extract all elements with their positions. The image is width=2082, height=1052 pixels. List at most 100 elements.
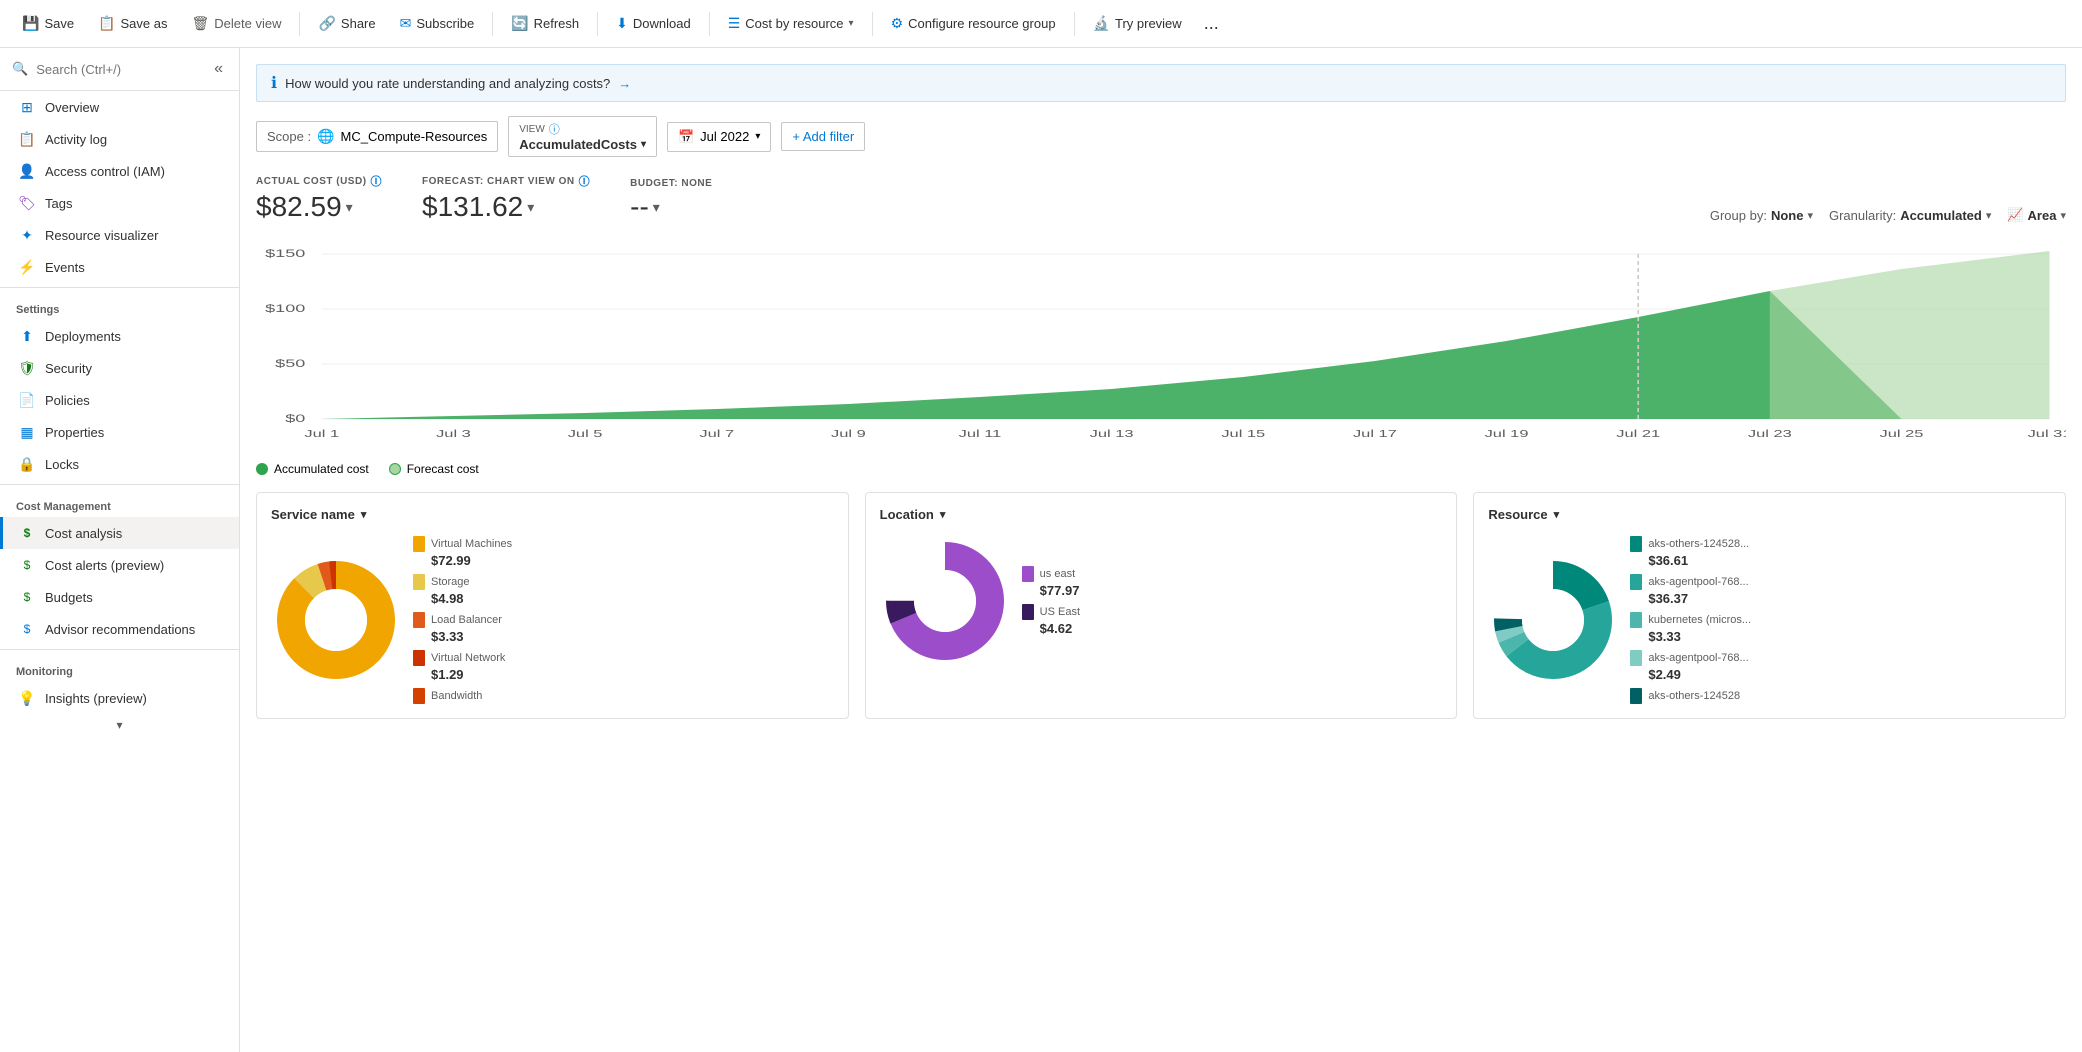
- scope-selector[interactable]: Scope : 🌐 MC_Compute-Resources: [256, 121, 498, 152]
- lb-color-bar: [413, 612, 425, 628]
- sidebar-item-resource-visualizer[interactable]: ✦ Resource visualizer: [0, 219, 239, 251]
- toolbar: 💾 Save 📋 Save as 🗑 Delete view 🔗 Share ✉…: [0, 0, 2082, 48]
- service-chevron-icon: ▾: [361, 508, 367, 521]
- granularity-control[interactable]: Granularity: Accumulated ▾: [1829, 208, 1991, 223]
- cost-analysis-icon: $: [19, 525, 35, 541]
- search-icon: 🔍: [12, 61, 28, 77]
- subscribe-button[interactable]: ✉ Subscribe: [390, 9, 485, 38]
- main-layout: 🔍 « ⊞ Overview 📋 Activity log 👤 Access c…: [0, 48, 2082, 1052]
- budget-chevron[interactable]: ▾: [653, 199, 660, 216]
- toolbar-separator-1: [299, 12, 300, 36]
- group-by-control[interactable]: Group by: None ▾: [1710, 208, 1813, 223]
- chart-controls: Group by: None ▾ Granularity: Accumulate…: [1710, 207, 2066, 223]
- legend-item-storage: Storage $4.98: [413, 574, 834, 606]
- configure-resource-group-button[interactable]: ⚙ Configure resource group: [881, 9, 1066, 38]
- storage-color-bar: [413, 574, 425, 590]
- advisor-icon: $: [19, 621, 35, 637]
- svg-text:Jul 7: Jul 7: [699, 428, 734, 439]
- info-banner-link[interactable]: →: [618, 76, 631, 91]
- chart-type-control[interactable]: 📈 Area ▾: [2007, 207, 2066, 223]
- save-button[interactable]: 💾 Save: [12, 9, 84, 38]
- activity-log-icon: 📋: [19, 131, 35, 147]
- sidebar-divider-settings: [0, 287, 239, 288]
- sidebar-divider-monitoring: [0, 649, 239, 650]
- legend-forecast: Forecast cost: [389, 462, 479, 476]
- sidebar-item-locks[interactable]: 🔒 Locks: [0, 448, 239, 480]
- sidebar-item-overview[interactable]: ⊞ Overview: [0, 91, 239, 123]
- gear-icon: ⚙: [891, 15, 904, 32]
- chevron-down-icon: ▾: [849, 18, 854, 29]
- svg-text:Jul 13: Jul 13: [1090, 428, 1134, 439]
- resource-card-content: aks-others-124528... $36.61 aks-agentpoo…: [1488, 536, 2051, 704]
- view-info-icon: ⓘ: [549, 121, 560, 137]
- refresh-button[interactable]: 🔄 Refresh: [501, 9, 589, 38]
- service-name-card-title[interactable]: Service name ▾: [271, 507, 834, 522]
- svg-text:Jul 17: Jul 17: [1353, 428, 1397, 439]
- forecast-chevron[interactable]: ▾: [527, 199, 534, 216]
- resource-card: Resource ▾: [1473, 492, 2066, 719]
- accumulated-legend-dot: [256, 463, 268, 475]
- forecast-info-icon: ⓘ: [579, 173, 591, 189]
- sidebar-item-deployments[interactable]: ⬆ Deployments: [0, 320, 239, 352]
- granularity-chevron: ▾: [1986, 209, 1992, 222]
- sidebar-item-properties[interactable]: ▦ Properties: [0, 416, 239, 448]
- date-selector[interactable]: 📅 Jul 2022 ▾: [667, 122, 771, 152]
- svg-text:Jul 31: Jul 31: [2028, 428, 2066, 439]
- collapse-icon[interactable]: «: [210, 56, 227, 82]
- cost-area-chart: $150 $100 $50 $0 Jul 1 Jul 3 Jul 5 Jul 7…: [256, 239, 2066, 459]
- area-chart-icon: 📈: [2007, 207, 2023, 223]
- share-button[interactable]: 🔗 Share: [308, 9, 385, 38]
- view-selector[interactable]: VIEW ⓘ AccumulatedCosts ▾: [508, 116, 657, 157]
- download-button[interactable]: ⬇ Download: [606, 9, 701, 38]
- toolbar-separator-6: [1074, 12, 1075, 36]
- budgets-icon: $: [19, 589, 35, 605]
- try-preview-button[interactable]: 🔬 Try preview: [1083, 9, 1192, 38]
- vm-color-bar: [413, 536, 425, 552]
- service-name-card: Service name ▾: [256, 492, 849, 719]
- actual-cost-metric: ACTUAL COST (USD) ⓘ $82.59 ▾: [256, 173, 382, 223]
- svg-text:$0: $0: [285, 412, 305, 424]
- sidebar-item-tags[interactable]: 🏷 Tags: [0, 187, 239, 219]
- sidebar-item-policies[interactable]: 📄 Policies: [0, 384, 239, 416]
- subscribe-icon: ✉: [400, 15, 412, 32]
- actual-cost-chevron[interactable]: ▾: [346, 199, 353, 216]
- sidebar-item-activity-log[interactable]: 📋 Activity log: [0, 123, 239, 155]
- resource-chevron-icon: ▾: [1554, 508, 1560, 521]
- save-as-button[interactable]: 📋 Save as: [88, 9, 177, 38]
- svg-text:Jul 15: Jul 15: [1221, 428, 1265, 439]
- svg-text:Jul 5: Jul 5: [568, 428, 603, 439]
- location-donut-svg: [880, 536, 1010, 666]
- cost-by-resource-button[interactable]: ☰ Cost by resource ▾: [718, 9, 864, 38]
- sidebar-item-security[interactable]: 🛡 Security: [0, 352, 239, 384]
- scroll-down-indicator[interactable]: ▾: [0, 714, 239, 736]
- resource-visualizer-icon: ✦: [19, 227, 35, 243]
- security-icon: 🛡: [19, 360, 35, 376]
- delete-view-button[interactable]: 🗑 Delete view: [182, 9, 292, 38]
- svg-text:Jul 3: Jul 3: [436, 428, 471, 439]
- sidebar-item-cost-analysis[interactable]: $ Cost analysis: [0, 517, 239, 549]
- service-donut: [271, 555, 401, 685]
- list-icon: ☰: [728, 15, 741, 32]
- sidebar-item-budgets[interactable]: $ Budgets: [0, 581, 239, 613]
- location-donut: [880, 536, 1010, 666]
- content-area: ℹ How would you rate understanding and a…: [240, 48, 2082, 1052]
- sidebar-item-cost-alerts[interactable]: $ Cost alerts (preview): [0, 549, 239, 581]
- actual-cost-area: [322, 291, 1902, 419]
- resource-donut: [1488, 555, 1618, 685]
- chart-legend: Accumulated cost Forecast cost: [256, 462, 2066, 476]
- sidebar-item-advisor[interactable]: $ Advisor recommendations: [0, 613, 239, 645]
- filter-bar: Scope : 🌐 MC_Compute-Resources VIEW ⓘ Ac…: [256, 116, 2066, 157]
- policies-icon: 📄: [19, 392, 35, 408]
- add-filter-button[interactable]: + Add filter: [781, 122, 865, 151]
- service-name-legend: Virtual Machines $72.99 Storage $4.98: [413, 536, 834, 704]
- sidebar-item-access-control[interactable]: 👤 Access control (IAM): [0, 155, 239, 187]
- info-icon: ℹ: [271, 73, 277, 93]
- sidebar-item-insights[interactable]: 💡 Insights (preview): [0, 682, 239, 714]
- search-input[interactable]: [36, 62, 202, 77]
- more-options-button[interactable]: ...: [1196, 9, 1227, 38]
- location-card: Location ▾: [865, 492, 1458, 719]
- aks-agent-2-bar: [1630, 650, 1642, 666]
- resource-card-title[interactable]: Resource ▾: [1488, 507, 2051, 522]
- location-card-title[interactable]: Location ▾: [880, 507, 1443, 522]
- sidebar-item-events[interactable]: ⚡ Events: [0, 251, 239, 283]
